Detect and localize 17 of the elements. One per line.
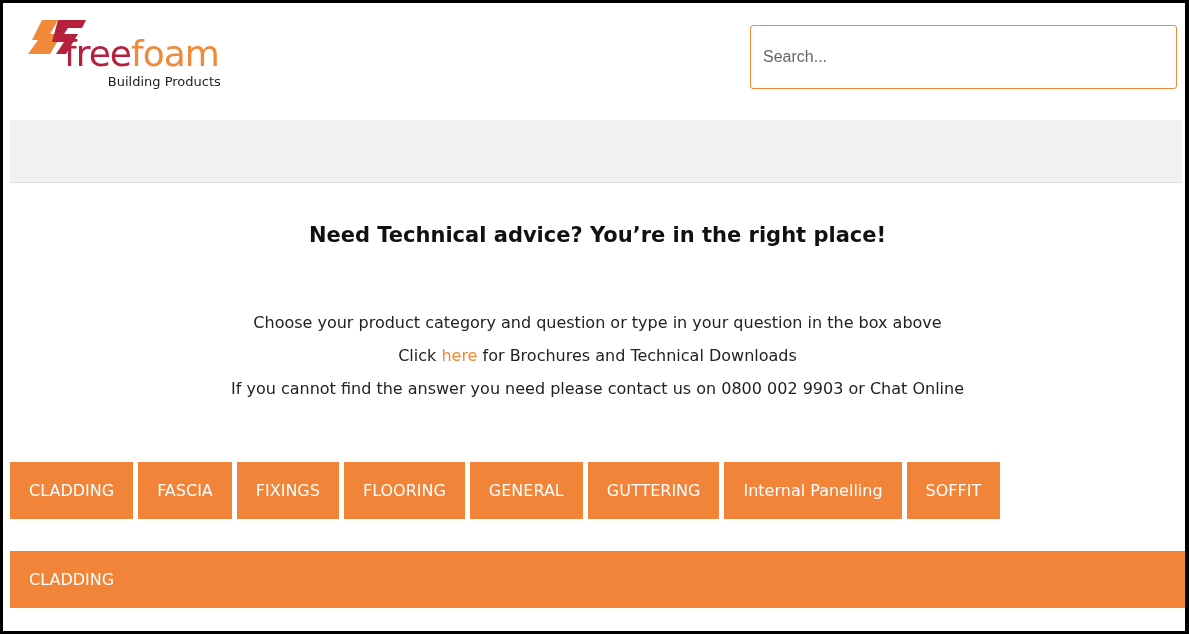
page-heading: Need Technical advice? You’re in the right place! (307, 223, 888, 247)
category-tab[interactable]: GENERAL (469, 462, 583, 519)
category-tab[interactable]: FLOORING (343, 462, 465, 519)
section-title: CLADDING (29, 570, 115, 589)
search-field[interactable]: Search... (750, 25, 1177, 89)
section-header-bar[interactable]: CLADDING (10, 551, 1185, 608)
category-tab[interactable]: FASCIA (138, 462, 232, 519)
category-tab[interactable]: CLADDING (10, 462, 134, 519)
logo-tagline: Building Products (107, 74, 221, 89)
category-tab[interactable]: SOFFIT (906, 462, 1001, 519)
category-tab[interactable]: GUTTERING (587, 462, 720, 519)
brochures-link[interactable]: here (441, 346, 478, 365)
category-tab[interactable]: FIXINGS (236, 462, 339, 519)
intro-text: If you cannot find the answer you need please contact us on 0800 002 9903 or Chat Online (231, 378, 964, 400)
intro-text: Choose your product category and question or type in your question in the box above (253, 312, 942, 334)
category-tab[interactable]: Internal Panelling (724, 462, 902, 519)
intro-text: Click here for Brochures and Technical Downloads (398, 345, 797, 367)
